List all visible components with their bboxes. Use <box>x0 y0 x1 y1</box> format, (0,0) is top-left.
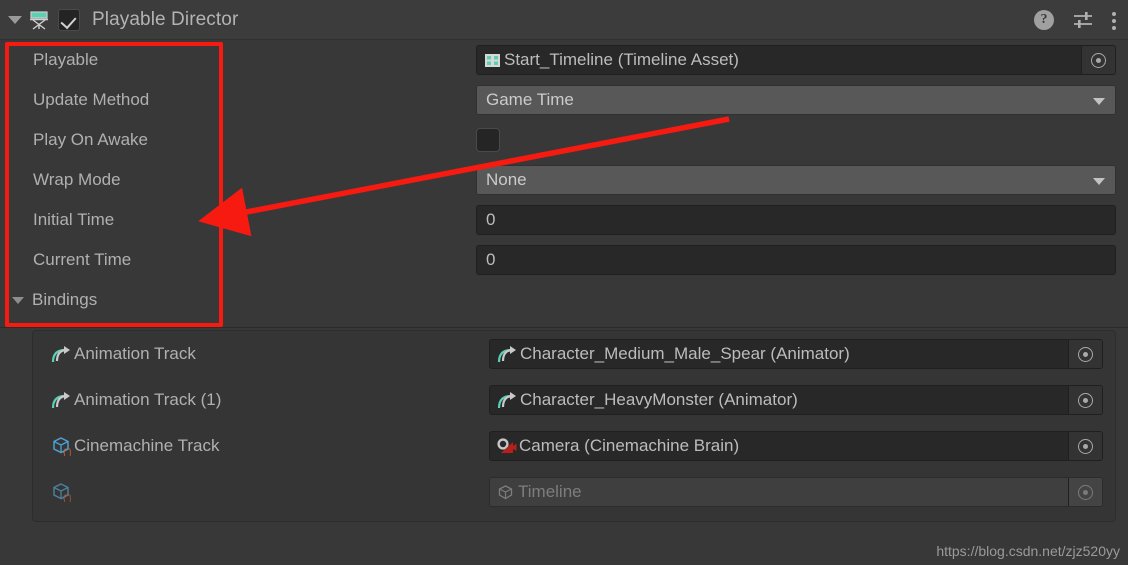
binding-value-cell: Timeline <box>489 477 1115 507</box>
object-picker-button[interactable] <box>1068 340 1102 368</box>
svg-text:{}: {} <box>62 448 71 456</box>
binding-object-field[interactable]: Character_HeavyMonster (Animator) <box>489 385 1103 415</box>
bindings-panel: Animation Track Character_Medium_Male_Sp… <box>32 330 1116 522</box>
binding-value-cell: Character_HeavyMonster (Animator) <box>489 385 1115 415</box>
binding-track-label: Animation Track <box>74 344 196 363</box>
playable-director-icon <box>28 9 50 31</box>
object-picker-button[interactable] <box>1068 432 1102 460</box>
timeline-asset-icon <box>484 52 501 69</box>
property-label: Update Method <box>33 90 150 109</box>
current-time-input[interactable]: 0 <box>476 245 1116 275</box>
animation-track-icon <box>51 345 71 363</box>
properties-list: Playable Start_Timeline (Timeline Asset) <box>0 40 1128 320</box>
property-row-wrap-mode: Wrap Mode None <box>0 160 1128 200</box>
animation-track-icon <box>51 391 71 409</box>
gameobject-icon <box>497 484 514 501</box>
binding-track-label: Cinemachine Track <box>74 436 220 455</box>
play-on-awake-checkbox[interactable] <box>476 128 500 152</box>
binding-value: Camera (Cinemachine Brain) <box>519 436 740 455</box>
table-row: {} Cinemachine Track Camera (Cinemachine… <box>33 423 1115 469</box>
page-title: Playable Director <box>92 8 239 30</box>
binding-value-cell: Camera (Cinemachine Brain) <box>489 431 1115 461</box>
triangle-down-icon[interactable] <box>12 296 24 304</box>
property-label: Current Time <box>33 250 132 269</box>
table-row: Animation Track (1) Character_HeavyMonst… <box>33 377 1115 423</box>
initial-time-input[interactable]: 0 <box>476 205 1116 235</box>
binding-track-label: Animation Track (1) <box>74 390 222 409</box>
update-method-dropdown[interactable]: Game Time <box>476 85 1116 115</box>
target-icon <box>1078 392 1093 408</box>
property-control: 0 <box>476 245 1128 275</box>
binding-value: Timeline <box>518 482 582 501</box>
component-header: Playable Director ? <box>0 0 1128 40</box>
target-icon <box>1091 52 1106 68</box>
help-icon[interactable]: ? <box>1034 10 1054 30</box>
bindings-label: Bindings <box>32 290 98 309</box>
playable-object-field[interactable]: Start_Timeline (Timeline Asset) <box>476 45 1116 75</box>
unity-inspector-panel: Playable Director ? Playable Start_Timel… <box>0 0 1128 565</box>
property-row-initial-time: Initial Time 0 <box>0 200 1128 240</box>
property-row-playable: Playable Start_Timeline (Timeline Asset) <box>0 40 1128 80</box>
cinemachine-brain-icon <box>497 437 517 455</box>
chevron-down-icon <box>1093 98 1105 105</box>
table-row: {} Timeline <box>33 469 1115 515</box>
property-label: Playable <box>33 50 99 69</box>
cinemachine-track-icon: {} <box>51 436 73 458</box>
triangle-down-icon[interactable] <box>8 15 22 24</box>
binding-track-label-cell: Animation Track <box>33 344 489 364</box>
object-picker-button[interactable] <box>1068 386 1102 414</box>
preset-sliders-icon[interactable] <box>1072 10 1094 30</box>
bindings-label-wrap: Bindings <box>0 290 476 310</box>
binding-track-label-cell: {} <box>33 482 489 504</box>
section-divider <box>0 327 1128 328</box>
property-row-current-time: Current Time 0 <box>0 240 1128 280</box>
binding-value: Character_HeavyMonster (Animator) <box>520 390 798 409</box>
binding-value: Character_Medium_Male_Spear (Animator) <box>520 344 850 363</box>
object-picker-button[interactable] <box>1081 46 1115 74</box>
target-icon <box>1078 438 1093 454</box>
wrap-mode-value: None <box>486 170 527 189</box>
property-row-play-on-awake: Play On Awake <box>0 120 1128 160</box>
property-control: None <box>476 165 1128 195</box>
property-control: 0 <box>476 205 1128 235</box>
property-label: Wrap Mode <box>33 170 121 189</box>
property-label: Play On Awake <box>33 130 148 149</box>
target-icon <box>1078 346 1093 362</box>
binding-track-label-cell: {} Cinemachine Track <box>33 436 489 458</box>
binding-object-field[interactable]: Camera (Cinemachine Brain) <box>489 431 1103 461</box>
binding-object-field[interactable]: Timeline <box>489 477 1103 507</box>
watermark-text: https://blog.csdn.net/zjz520yy <box>936 543 1120 559</box>
property-control: Start_Timeline (Timeline Asset) <box>476 45 1128 75</box>
chevron-down-icon <box>1093 178 1105 185</box>
component-enabled-checkbox[interactable] <box>58 8 80 31</box>
binding-value-cell: Character_Medium_Male_Spear (Animator) <box>489 339 1115 369</box>
wrap-mode-dropdown[interactable]: None <box>476 165 1116 195</box>
header-actions: ? <box>1034 0 1118 40</box>
kebab-menu-icon[interactable] <box>1112 9 1118 31</box>
object-picker-button[interactable] <box>1068 478 1102 506</box>
property-row-update-method: Update Method Game Time <box>0 80 1128 120</box>
property-control <box>476 128 1128 152</box>
animator-icon <box>497 391 517 409</box>
svg-text:{}: {} <box>62 494 71 502</box>
cinemachine-track-icon: {} <box>51 482 73 504</box>
bindings-foldout-row[interactable]: Bindings <box>0 280 1128 320</box>
property-control: Game Time <box>476 85 1128 115</box>
binding-track-label-cell: Animation Track (1) <box>33 390 489 410</box>
property-label: Initial Time <box>33 210 115 229</box>
table-row: Animation Track Character_Medium_Male_Sp… <box>33 331 1115 377</box>
binding-object-field[interactable]: Character_Medium_Male_Spear (Animator) <box>489 339 1103 369</box>
playable-value: Start_Timeline (Timeline Asset) <box>504 50 739 69</box>
animator-icon <box>497 345 517 363</box>
update-method-value: Game Time <box>486 90 574 109</box>
target-icon <box>1078 484 1093 500</box>
